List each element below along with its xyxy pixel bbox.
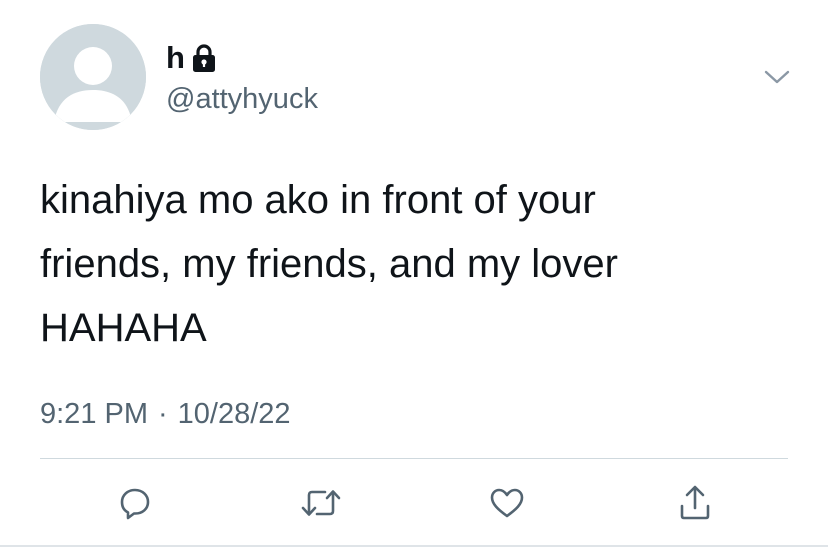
author-handle[interactable]: @attyhyuck — [166, 81, 318, 117]
timestamp-separator: · — [158, 398, 168, 430]
share-icon — [680, 485, 710, 520]
like-button[interactable] — [482, 478, 532, 528]
retweet-icon — [301, 490, 341, 516]
share-button[interactable] — [670, 478, 720, 528]
retweet-button[interactable] — [296, 478, 346, 528]
tweet-text-line: HAHAHA — [40, 306, 207, 350]
heart-icon — [490, 488, 524, 518]
reply-icon — [120, 488, 150, 520]
default-avatar-icon — [40, 24, 146, 130]
tweet-timestamp[interactable]: 9:21 PM · 10/28/22 — [40, 396, 291, 432]
avatar[interactable] — [40, 24, 146, 130]
chevron-down-icon[interactable] — [762, 66, 792, 88]
reply-button[interactable] — [110, 478, 160, 528]
tweet-text-line: friends, my friends, and my lover — [40, 242, 618, 286]
tweet-text-line: kinahiya mo ako in front of your — [40, 178, 596, 222]
tweet-date: 10/28/22 — [177, 398, 291, 430]
tweet-text: kinahiya mo ako in front of your friends… — [40, 168, 800, 360]
author-display-name[interactable]: h — [166, 40, 185, 76]
action-bar — [0, 478, 828, 528]
author-name-row: h — [166, 40, 217, 76]
tweet-time: 9:21 PM — [40, 398, 148, 430]
divider — [40, 458, 788, 459]
lock-icon — [191, 43, 217, 73]
